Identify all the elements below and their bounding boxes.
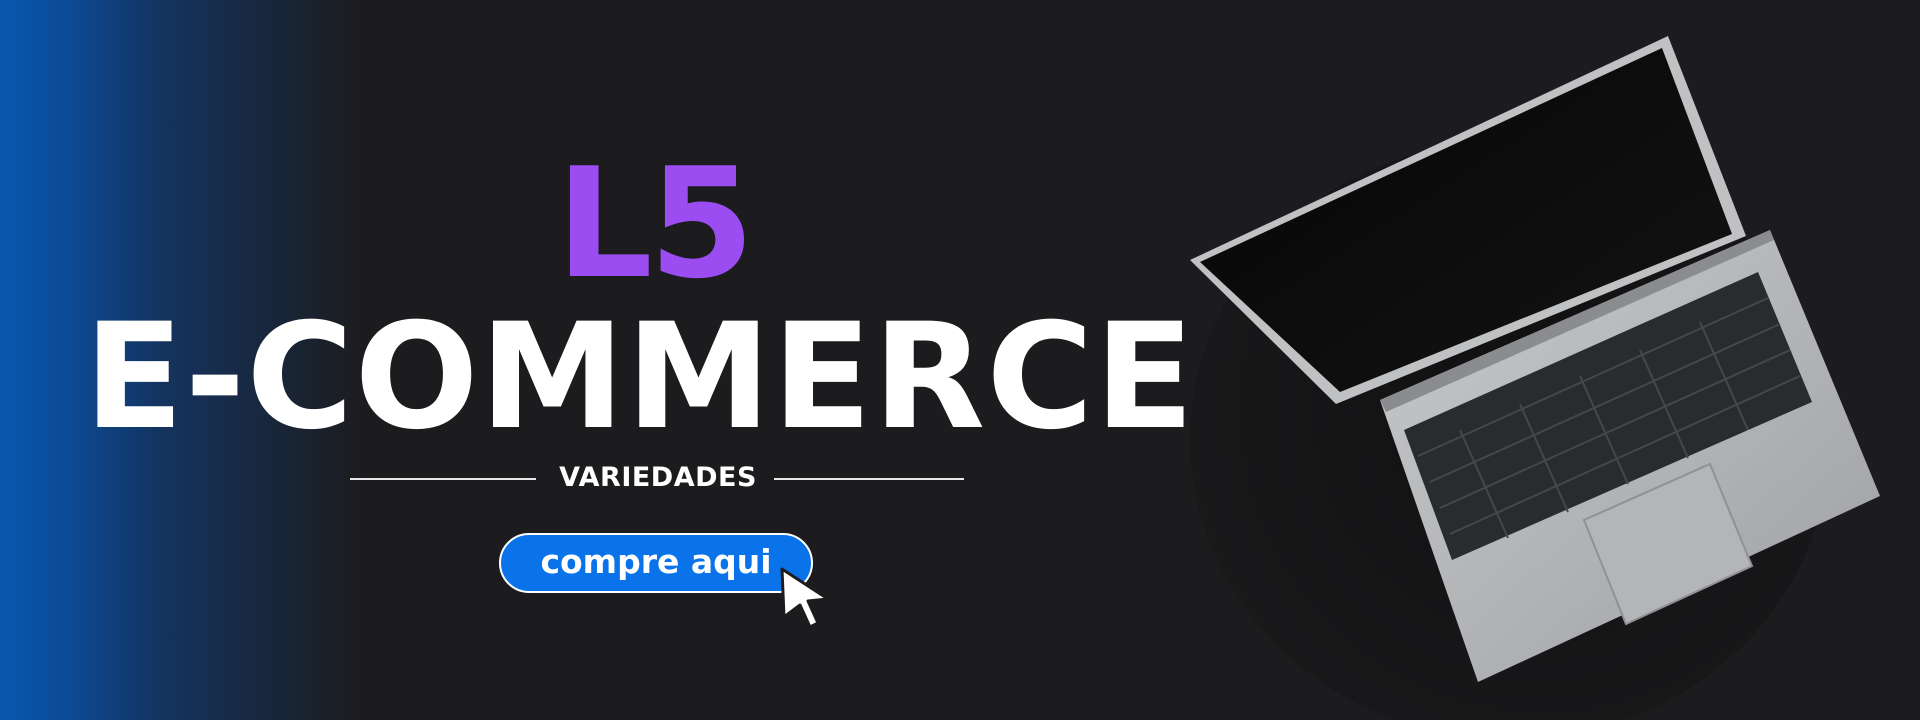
divider-right: [774, 478, 964, 480]
shop-now-button[interactable]: compre aqui: [499, 533, 813, 593]
promo-banner: L5 E-COMMERCE VARIEDADES compre aqui: [0, 0, 1920, 720]
divider-left: [350, 478, 536, 480]
brand-name: L5: [556, 135, 755, 312]
headline: E-COMMERCE: [84, 292, 1196, 462]
pointer-cursor-icon: [780, 567, 830, 629]
subtitle: VARIEDADES: [559, 462, 757, 493]
laptop-image: [1190, 36, 1880, 682]
